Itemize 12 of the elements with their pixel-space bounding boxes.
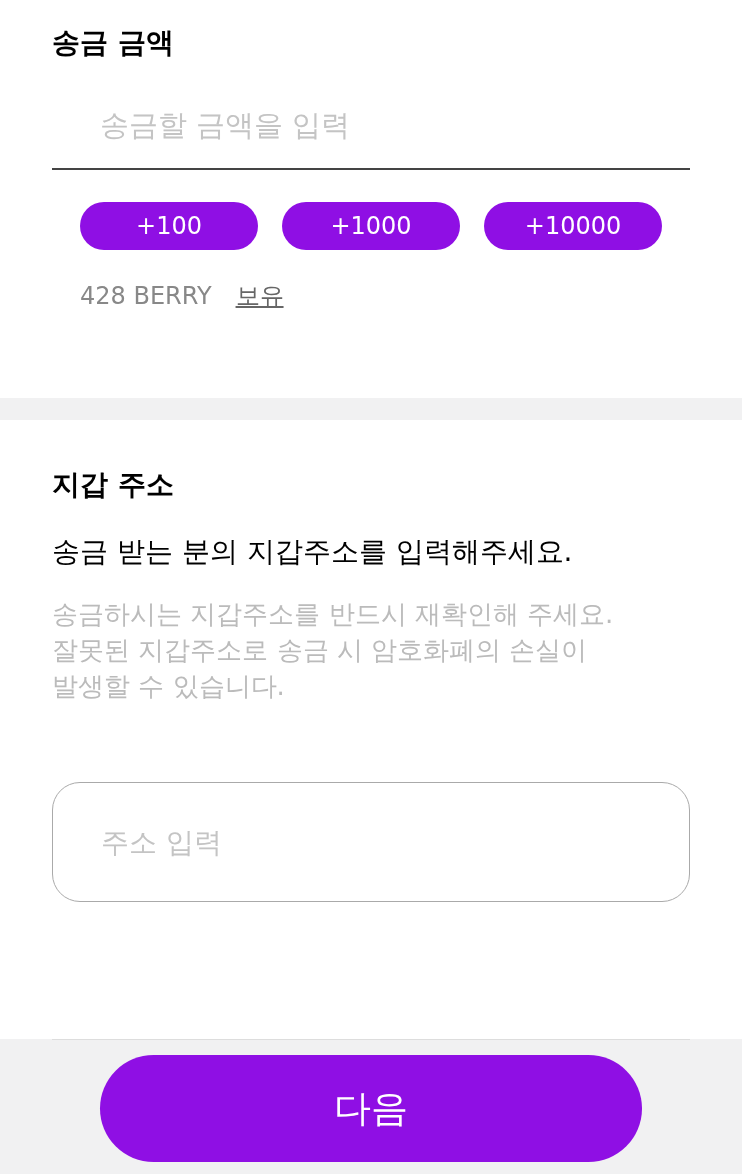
holdings-link[interactable]: 보유	[235, 280, 284, 312]
section-title: 송금 금액	[52, 25, 174, 61]
amount-input[interactable]: 송금할 금액을 입력	[52, 88, 690, 170]
quick-add-button[interactable]: +1000	[282, 202, 460, 250]
warning-text: 송금하시는 지갑주소를 반드시 재확인해 주세요. 잘못된 지갑주소로 송금 시 암호화폐의 손실이 발생할 수 있습니다.	[52, 598, 614, 703]
quick-add-button[interactable]: +100	[80, 202, 258, 250]
address-input[interactable]: 주소 입력	[52, 782, 690, 902]
instruction-text: 송금 받는 분의 지갑주소를 입력해주세요.	[52, 534, 573, 570]
balance-amount: 428 BERRY	[80, 281, 212, 312]
section-title: 지갑 주소	[52, 467, 174, 503]
next-button[interactable]: 다음	[100, 1055, 642, 1162]
quick-add-button[interactable]: +10000	[484, 202, 662, 250]
